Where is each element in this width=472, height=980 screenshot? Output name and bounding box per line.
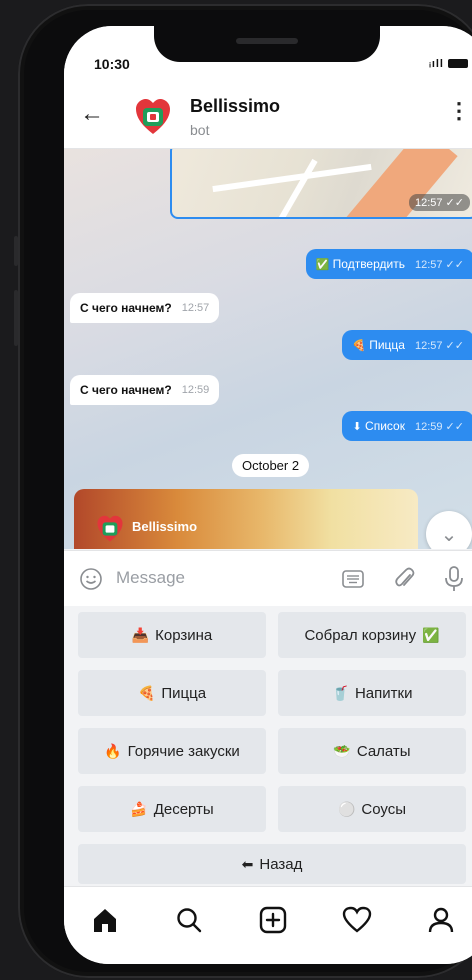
button-label: Горячие закуски xyxy=(127,742,240,760)
chevron-down-icon: ⌄ xyxy=(440,523,458,546)
cart-button[interactable]: 📥 Корзина xyxy=(78,612,266,658)
bot-avatar[interactable] xyxy=(134,98,172,136)
phone-frame: 10:30 ᵢıll ← Bellissimo bot ⋮ 12:57 ✓✓ ✅… xyxy=(14,4,472,978)
message-text: Список xyxy=(365,419,405,433)
battery-icon xyxy=(448,59,468,68)
heart-icon[interactable] xyxy=(342,905,372,935)
chat-header: ← Bellissimo bot ⋮ xyxy=(64,84,472,149)
emoji-icon[interactable] xyxy=(80,568,102,590)
salads-button[interactable]: 🥗 Салаты xyxy=(278,728,466,774)
back-arrow-icon[interactable]: ← xyxy=(80,100,104,128)
cart-done-button[interactable]: Собрал корзину ✅ xyxy=(278,612,466,658)
button-label: Собрал корзину xyxy=(304,626,417,644)
hot-snacks-button[interactable]: 🔥 Горячие закуски xyxy=(78,728,266,774)
outgoing-message[interactable]: ✅ Подтвердить 12:57 ✓✓ xyxy=(305,249,472,279)
desserts-button[interactable]: 🍰 Десерты xyxy=(78,786,266,832)
pizza-button[interactable]: 🍕 Пицца xyxy=(78,670,266,716)
notch xyxy=(154,26,380,62)
map-road xyxy=(272,158,318,217)
photo-message[interactable]: Bellissimo xyxy=(74,489,418,549)
map-road xyxy=(212,163,372,193)
check-icon: ✅ xyxy=(422,626,440,643)
drinks-button[interactable]: 🥤 Напитки xyxy=(278,670,466,716)
back-arrow-icon: ⬅ xyxy=(241,855,254,872)
search-icon[interactable] xyxy=(174,905,204,935)
speaker xyxy=(236,38,298,44)
status-time: 10:30 xyxy=(94,56,130,72)
bot-keyboard: 📥 Корзина Собрал корзину ✅ 🍕 Пицца 🥤 Нап… xyxy=(64,606,472,886)
volume-up-button xyxy=(14,290,18,346)
button-label: Пицца xyxy=(161,684,207,702)
button-label: Напитки xyxy=(354,684,413,702)
back-button[interactable]: ⬅ Назад xyxy=(78,844,466,884)
cake-icon: 🍰 xyxy=(130,800,148,817)
sauces-button[interactable]: ⚪ Соусы xyxy=(278,786,466,832)
incoming-message[interactable]: С чего начнем? 12:59 xyxy=(70,375,220,405)
check-icon: ✅ xyxy=(315,259,330,271)
message-text: Пицца xyxy=(369,338,405,352)
map-message[interactable]: 12:57 ✓✓ xyxy=(170,149,472,219)
pizza-icon: 🍕 xyxy=(352,340,366,352)
incoming-message[interactable]: С чего начнем? 12:57 xyxy=(70,293,220,323)
button-label: Корзина xyxy=(155,626,213,644)
message-timestamp: 12:59 xyxy=(181,384,210,396)
bottom-navigation xyxy=(64,886,472,964)
outgoing-message[interactable]: 🍕 Пицца 12:57 ✓✓ xyxy=(342,330,472,360)
message-input[interactable]: Message xyxy=(116,568,185,588)
message-text: С чего начнем? xyxy=(80,301,172,315)
profile-icon[interactable] xyxy=(426,905,456,935)
drink-icon: 🥤 xyxy=(331,684,349,701)
more-options-icon[interactable]: ⋮ xyxy=(448,98,470,124)
date-separator: October 2 xyxy=(232,454,310,477)
brand-logo xyxy=(97,515,123,542)
down-arrow-icon: ⬇ xyxy=(352,421,362,433)
white-circle-icon: ⚪ xyxy=(337,800,356,817)
button-label: Салаты xyxy=(356,742,411,760)
attach-icon[interactable] xyxy=(394,567,416,591)
chat-title: Bellissimo xyxy=(190,96,281,116)
message-timestamp: 12:57 xyxy=(181,302,210,314)
scroll-down-button[interactable]: ⌄ xyxy=(426,511,472,549)
message-timestamp: 12:57 ✓✓ xyxy=(414,339,464,352)
message-timestamp: 12:59 ✓✓ xyxy=(414,420,464,433)
message-input-bar: Message xyxy=(64,550,472,607)
salad-icon: 🥗 xyxy=(333,742,351,759)
keyboard-icon[interactable] xyxy=(342,570,364,588)
fire-icon: 🔥 xyxy=(104,742,122,759)
photo-brand-text: Bellissimo xyxy=(132,519,198,534)
pizza-icon: 🍕 xyxy=(137,684,156,701)
message-text: С чего начнем? xyxy=(80,383,172,397)
chat-subtitle: bot xyxy=(190,122,210,138)
mute-switch xyxy=(14,236,18,266)
message-timestamp: 12:57 ✓✓ xyxy=(408,194,470,211)
message-timestamp: 12:57 ✓✓ xyxy=(414,258,464,271)
message-text: Подтвердить xyxy=(332,257,405,271)
home-icon[interactable] xyxy=(90,905,120,935)
button-label: Назад xyxy=(259,855,303,873)
microphone-icon[interactable] xyxy=(444,566,464,592)
signal-icon: ᵢıll xyxy=(429,58,444,70)
inbox-icon: 📥 xyxy=(131,626,150,643)
outgoing-message[interactable]: ⬇ Список 12:59 ✓✓ xyxy=(342,411,472,441)
button-label: Десерты xyxy=(153,800,214,818)
phone-screen: 10:30 ᵢıll ← Bellissimo bot ⋮ 12:57 ✓✓ ✅… xyxy=(64,26,472,964)
chat-area[interactable]: 12:57 ✓✓ ✅ Подтвердить 12:57 ✓✓ С чего н… xyxy=(64,149,472,549)
add-icon[interactable] xyxy=(258,905,288,935)
button-label: Соусы xyxy=(361,800,407,818)
